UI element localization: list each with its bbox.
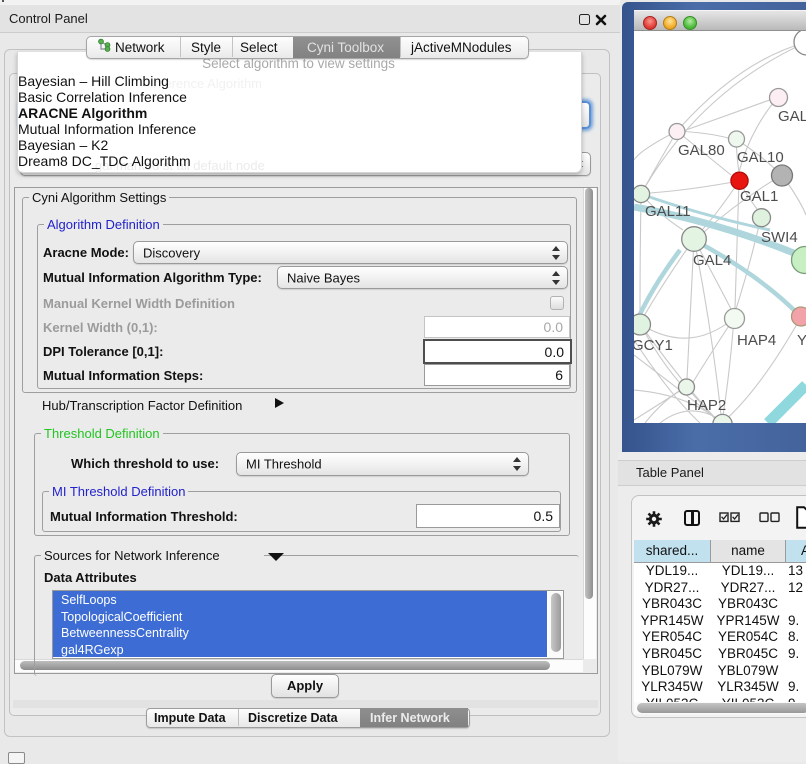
svg-text:GAL4: GAL4 [693, 252, 731, 269]
svg-text:GAL: GAL [778, 108, 806, 125]
svg-text:GAL1: GAL1 [740, 188, 778, 205]
svg-text:SWI4: SWI4 [761, 229, 798, 246]
svg-text:GAL10: GAL10 [737, 149, 784, 166]
svg-text:HAP4: HAP4 [737, 332, 776, 349]
svg-text:GAL11: GAL11 [645, 203, 691, 220]
svg-text:GCY1: GCY1 [634, 337, 673, 354]
svg-text:GAL80: GAL80 [678, 142, 725, 159]
svg-text:Y: Y [797, 332, 806, 349]
svg-text:HAP2: HAP2 [687, 397, 726, 414]
